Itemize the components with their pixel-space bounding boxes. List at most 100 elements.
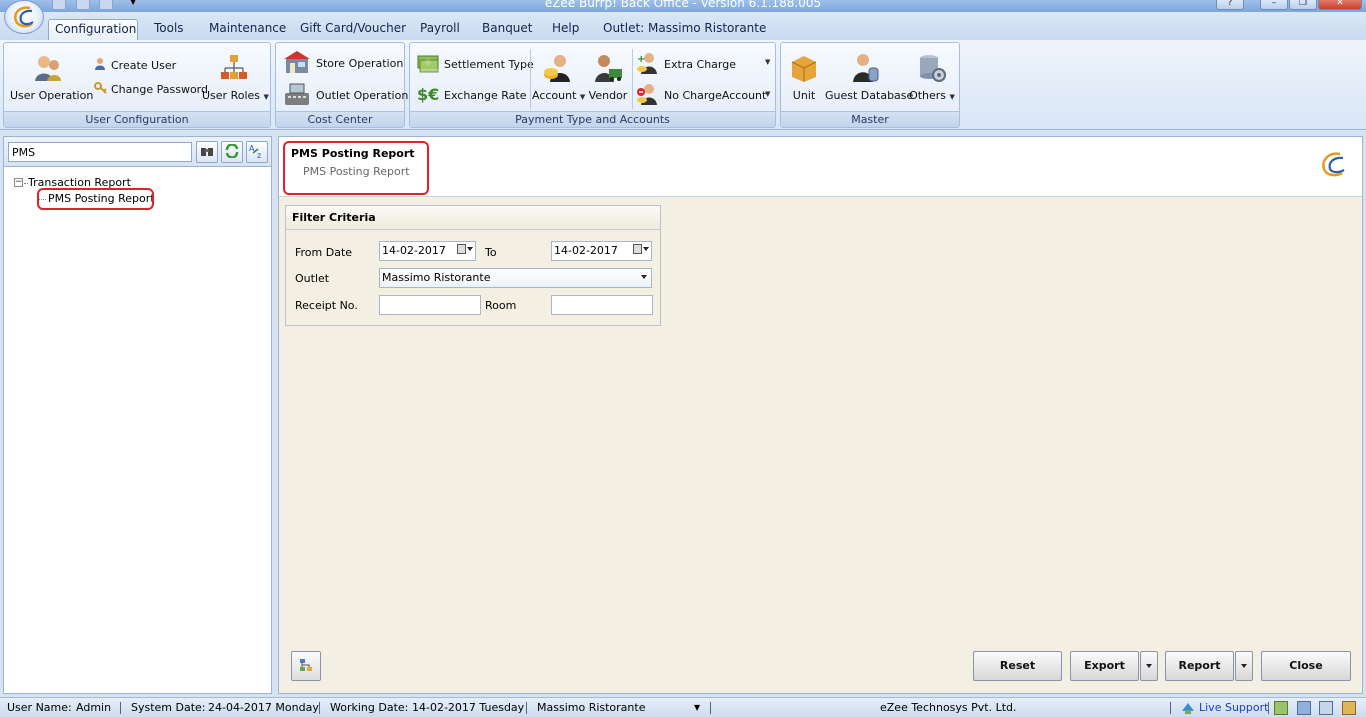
outlet-select[interactable]: Massimo Ristorante [379, 268, 652, 288]
chevron-down-icon [641, 275, 647, 279]
room-input[interactable] [551, 295, 653, 315]
tab-outlet[interactable]: Outlet: Massimo Ristorante [597, 19, 772, 40]
minimize-button[interactable]: – [1260, 0, 1288, 10]
unit-label: Unit [792, 89, 816, 102]
store-operation-button[interactable]: Store Operation [282, 49, 403, 78]
create-user-icon [94, 57, 107, 73]
brand-logo-icon [1318, 151, 1348, 182]
account-button[interactable]: Account ▼ [532, 53, 585, 102]
no-charge-account-dropdown-icon[interactable]: ▼ [765, 90, 770, 98]
account-label: Account [532, 89, 577, 102]
help-icon[interactable]: ? [1216, 0, 1244, 10]
report-dropdown-button[interactable] [1235, 651, 1253, 681]
tab-maintenance[interactable]: Maintenance [203, 19, 292, 40]
live-support-icon[interactable] [1181, 701, 1195, 715]
vendor-label: Vendor [588, 89, 628, 102]
room-label: Room [485, 299, 517, 312]
user-roles-button[interactable]: User Roles ▼ [202, 53, 269, 102]
settlement-type-label: Settlement Type [444, 58, 534, 71]
sort-az-button[interactable]: Az [246, 141, 268, 163]
extra-charge-button[interactable]: + Extra Charge [636, 52, 736, 77]
tray-icon[interactable] [1342, 701, 1356, 715]
tab-payroll[interactable]: Payroll [414, 19, 466, 40]
tray-icon[interactable] [1297, 701, 1311, 715]
money-icon [416, 52, 440, 77]
close-window-button[interactable]: ✕ [1318, 0, 1362, 10]
hierarchy-icon [298, 657, 314, 676]
divider [319, 702, 320, 714]
extra-charge-dropdown-icon[interactable]: ▼ [765, 58, 770, 66]
reset-button[interactable]: Reset [973, 651, 1062, 681]
outlet-operation-button[interactable]: Outlet Operation [282, 81, 408, 110]
create-user-button[interactable]: Create User [94, 57, 176, 73]
report-button[interactable]: Report [1165, 651, 1234, 681]
tab-configuration[interactable]: Configuration [48, 19, 138, 40]
outlet-dropdown-icon[interactable]: ▼ [694, 703, 700, 712]
to-date-value: 14-02-2017 [554, 244, 618, 257]
user-operation-button[interactable]: User Operation [10, 53, 93, 102]
svg-text:z: z [257, 151, 261, 159]
exchange-rate-icon: $€ [416, 83, 440, 108]
restore-button[interactable]: ❐ [1289, 0, 1317, 10]
calendar-dropdown-button[interactable] [457, 244, 473, 254]
user-roles-label: User Roles [202, 89, 261, 102]
company-name: eZee Technosys Pvt. Ltd. [880, 701, 1017, 714]
collapse-toggle[interactable]: − [14, 178, 23, 187]
vendor-button[interactable]: Vendor [586, 53, 630, 102]
from-date-value: 14-02-2017 [382, 244, 446, 257]
group-label: Cost Center [276, 111, 404, 127]
filter-criteria-box: Filter Criteria From Date 14-02-2017 To … [285, 205, 661, 326]
change-password-button[interactable]: Change Password [94, 81, 208, 97]
tray-icon[interactable] [1274, 701, 1288, 715]
outlet-status-value: Massimo Ristorante [537, 701, 646, 714]
receipt-no-input[interactable] [379, 295, 481, 315]
exchange-rate-button[interactable]: $€ Exchange Rate [416, 83, 526, 108]
tab-tools[interactable]: Tools [148, 19, 190, 40]
others-button[interactable]: Others ▼ [909, 53, 955, 102]
guest-database-icon [825, 53, 905, 86]
to-date-label: To [485, 246, 497, 259]
binoculars-button[interactable] [196, 141, 218, 163]
ribbon: User Operation Create User Change Passwo… [0, 40, 1366, 130]
live-support-link[interactable]: Live Support [1199, 701, 1268, 714]
tab-gift-card-voucher[interactable]: Gift Card/Voucher [294, 19, 412, 40]
user-operation-label: User Operation [10, 89, 94, 102]
tab-banquet[interactable]: Banquet [476, 19, 539, 40]
export-dropdown-button[interactable] [1140, 651, 1158, 681]
tree-view-button[interactable] [291, 651, 321, 681]
title-bar: ▼ eZee Burrp! Back Office - Version 6.1.… [0, 0, 1366, 12]
account-icon [532, 53, 584, 86]
no-charge-account-button[interactable]: No ChargeAccount [636, 83, 766, 108]
key-icon [94, 81, 107, 97]
app-logo-icon[interactable] [4, 0, 44, 34]
from-date-picker[interactable]: 14-02-2017 [379, 241, 476, 261]
guest-database-button[interactable]: Guest Database [825, 53, 913, 102]
ribbon-tabs: Configuration Tools Maintenance Gift Car… [0, 12, 1366, 40]
tab-help[interactable]: Help [546, 19, 585, 40]
cash-register-icon [282, 81, 312, 110]
refresh-button[interactable] [221, 141, 243, 163]
extra-charge-label: Extra Charge [664, 58, 737, 71]
change-password-label: Change Password [111, 82, 208, 96]
divider [120, 702, 121, 714]
group-label: User Configuration [4, 111, 270, 127]
tree-connector [24, 183, 28, 184]
search-input[interactable] [8, 142, 192, 162]
no-charge-account-label: No ChargeAccount [664, 89, 767, 102]
group-label: Payment Type and Accounts [410, 111, 775, 127]
report-navigation-panel: Az − Transaction Report PMS Posting Repo… [3, 136, 272, 694]
calendar-dropdown-button[interactable] [633, 244, 649, 254]
highlight-annotation [283, 141, 429, 195]
sort-az-icon: Az [249, 143, 265, 162]
outlet-dropdown-button[interactable] [641, 275, 647, 279]
report-header: PMS Posting Report PMS Posting Report [279, 137, 1362, 197]
unit-button[interactable]: Unit [787, 53, 821, 102]
exchange-rate-label: Exchange Rate [444, 89, 527, 102]
divider [1170, 702, 1171, 714]
export-button[interactable]: Export [1070, 651, 1139, 681]
settlement-type-button[interactable]: Settlement Type [416, 52, 534, 77]
to-date-picker[interactable]: 14-02-2017 [551, 241, 652, 261]
tray-icon[interactable] [1319, 701, 1333, 715]
close-button[interactable]: Close [1261, 651, 1351, 681]
chevron-down-icon [643, 247, 649, 251]
